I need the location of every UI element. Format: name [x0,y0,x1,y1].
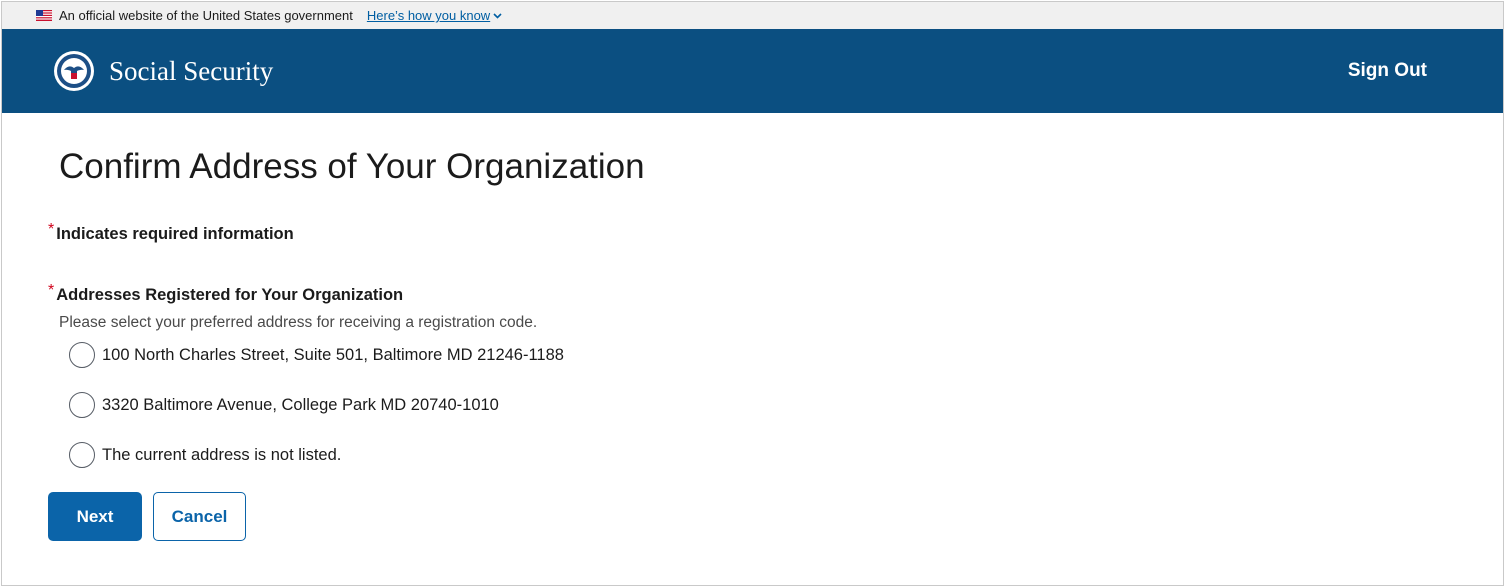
address-option-label: 3320 Baltimore Avenue, College Park MD 2… [102,395,499,414]
ssa-seal-icon [54,51,94,91]
required-note-text: Indicates required information [56,225,294,243]
radio-button[interactable] [69,442,95,468]
brand-name: Social Security [109,55,274,86]
site-header: Social Security Sign Out [2,29,1503,113]
address-fieldset: * Addresses Registered for Your Organiza… [48,282,1503,541]
page: An official website of the United States… [1,1,1504,586]
required-asterisk: * [48,282,55,299]
gov-banner-text: An official website of the United States… [59,8,353,23]
radio-button[interactable] [69,392,95,418]
sign-out-link[interactable]: Sign Out [1348,60,1427,82]
how-you-know-label: Here’s how you know [366,8,491,23]
address-option-label: 100 North Charles Street, Suite 501, Bal… [102,345,564,364]
address-options: 100 North Charles Street, Suite 501, Bal… [59,342,1503,468]
cancel-button[interactable]: Cancel [153,492,246,541]
address-option-2[interactable]: 3320 Baltimore Avenue, College Park MD 2… [59,392,1503,418]
us-flag-icon [36,10,52,21]
address-option-1[interactable]: 100 North Charles Street, Suite 501, Bal… [59,342,1503,368]
required-asterisk: * [48,221,55,238]
main-content: Confirm Address of Your Organization * I… [2,147,1503,541]
address-legend-text: Addresses Registered for Your Organizati… [56,286,404,304]
chevron-down-icon [493,12,502,19]
brand[interactable]: Social Security [53,50,273,92]
address-option-label: The current address is not listed. [102,445,342,464]
gov-banner: An official website of the United States… [2,2,1503,29]
form-actions: Next Cancel [48,492,1503,541]
address-legend: * Addresses Registered for Your Organiza… [48,282,1503,305]
radio-button[interactable] [69,342,95,368]
page-title: Confirm Address of Your Organization [59,147,645,186]
address-hint: Please select your preferred address for… [59,314,538,331]
required-note: * Indicates required information [48,221,1503,244]
how-you-know-link[interactable]: Here’s how you know [367,8,502,23]
address-option-not-listed[interactable]: The current address is not listed. [59,442,1503,468]
next-button[interactable]: Next [48,492,142,541]
